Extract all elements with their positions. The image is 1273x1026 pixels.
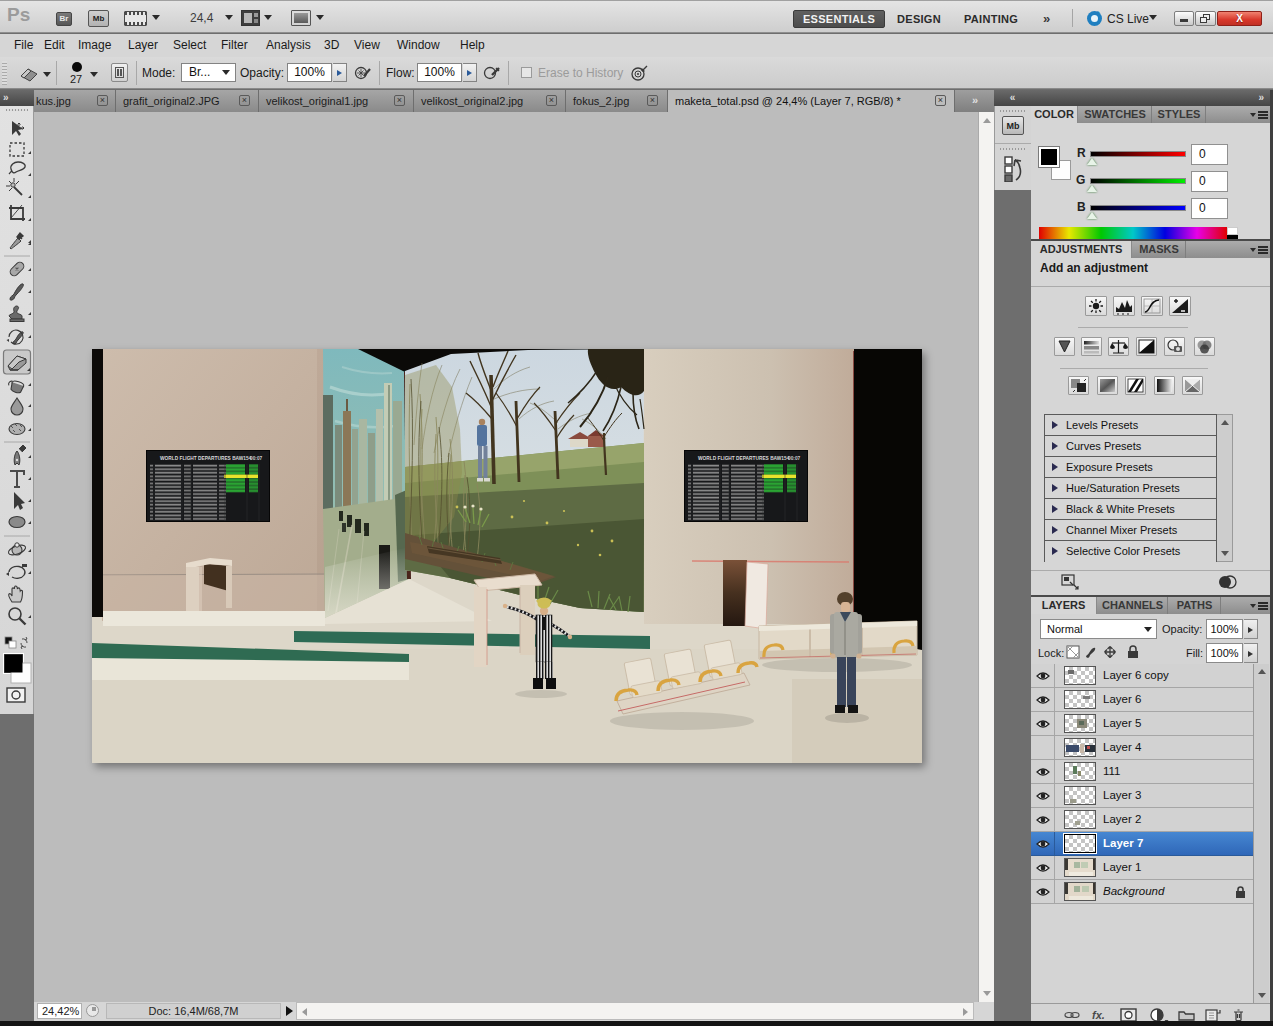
svg-text:fx.: fx. (1092, 1009, 1105, 1021)
